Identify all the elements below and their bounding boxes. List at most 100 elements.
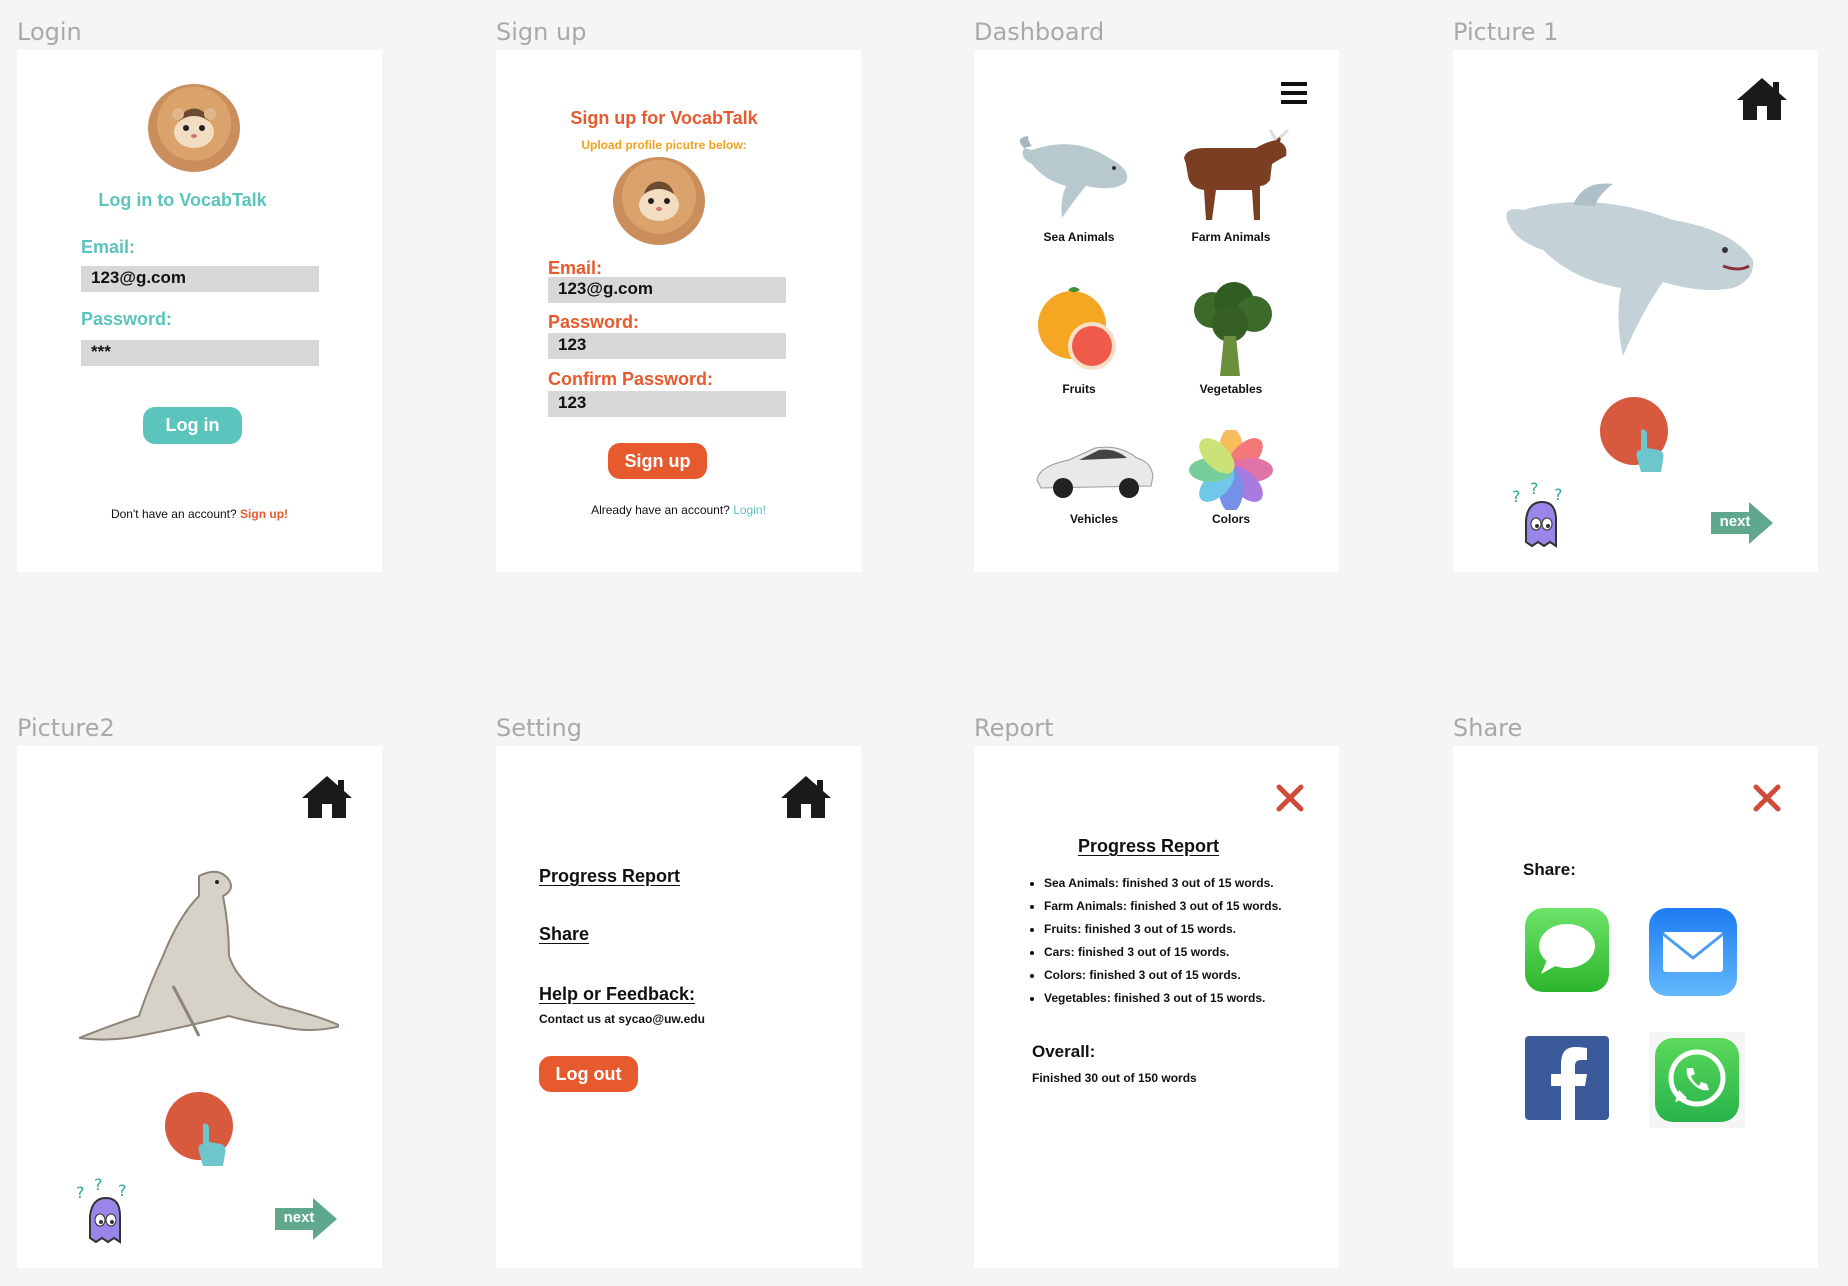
frame-label-picture2: Picture2 [17,714,115,742]
next-label: next [283,1209,315,1226]
svg-text:?: ? [76,1183,85,1202]
report-list: Sea Animals: finished 3 out of 15 words.… [1032,876,1332,1014]
picture2-frame: ? ? ? next [17,746,382,1268]
thinking-monster-icon: ? ? ? [1512,480,1563,548]
avatar-upload[interactable] [613,157,705,245]
share-link[interactable]: Share [539,924,589,945]
category-label: Vehicles [1069,512,1119,526]
frame-label-picture1: Picture 1 [1453,18,1559,46]
frame-label-signup: Sign up [496,18,587,46]
setting-frame: Progress Report Share Help or Feedback: … [496,746,861,1268]
grapefruit-icon [1038,287,1116,370]
progress-report-link[interactable]: Progress Report [539,866,680,887]
hamster-icon [172,108,216,148]
login-button[interactable]: Log in [143,407,242,444]
svg-text:?: ? [1530,480,1539,498]
password-label: Password: [548,312,640,332]
signup-frame: Sign up for VocabTalk Upload profile pic… [496,50,861,572]
broccoli-icon [1194,282,1272,376]
svg-text:?: ? [118,1181,127,1200]
help-feedback-link[interactable]: Help or Feedback: [539,984,695,1005]
svg-text:?: ? [1554,485,1563,504]
beluga-icon [1019,136,1128,218]
list-item: Colors: finished 3 out of 15 words. [1044,968,1332,982]
overall-label: Overall: [1032,1042,1096,1061]
whatsapp-icon[interactable] [1649,1032,1745,1128]
category-label: Fruits [1062,382,1096,396]
report-frame: Progress Report Sea Animals: finished 3 … [974,746,1339,1268]
category-colors[interactable]: Colors [1166,430,1296,572]
signup-prompt: Don't have an account? Sign up! [17,507,382,521]
close-icon[interactable] [1276,784,1304,812]
frame-label-login: Login [17,18,82,46]
logout-button[interactable]: Log out [539,1056,638,1092]
frame-label-setting: Setting [496,714,582,742]
have-account-text: Already have an account? [591,503,730,517]
password-field[interactable]: *** [81,340,319,366]
home-icon[interactable] [300,774,354,820]
tap-hand-icon [198,1123,226,1166]
overall-value: Finished 30 out of 150 words [1032,1071,1197,1085]
avatar [148,84,240,172]
email-label: Email: [548,258,603,278]
signup-button[interactable]: Sign up [608,443,707,479]
hamburger-menu-icon[interactable] [1280,80,1308,106]
home-icon[interactable] [779,774,833,820]
car-icon [1036,446,1154,498]
page-title: Sign up for VocabTalk [570,108,758,128]
report-title: Progress Report [1078,836,1220,856]
home-icon[interactable] [1735,76,1789,122]
frame-label-report: Report [974,714,1054,742]
category-farm-animals[interactable]: Farm Animals [1166,120,1296,280]
frame-label-share: Share [1453,714,1523,742]
email-field[interactable]: 123@g.com [81,266,319,292]
password-field[interactable]: 123 [548,333,786,359]
messages-icon[interactable] [1525,908,1609,992]
login-link[interactable]: Login! [733,503,766,517]
category-label: Sea Animals [1043,230,1115,244]
sea-lion-image [79,870,339,1041]
cow-icon [1184,128,1290,220]
frame-label-dashboard: Dashboard [974,18,1105,46]
color-wheel-icon [1189,430,1273,510]
contact-text: Contact us at sycao@uw.edu [539,1012,705,1026]
hamster-icon [639,189,679,221]
next-button[interactable]: next [275,1198,337,1240]
share-frame: Share: [1453,746,1818,1268]
list-item: Farm Animals: finished 3 out of 15 words… [1044,899,1332,913]
picture1-frame: ? ? ? next [1453,50,1818,572]
next-label: next [1719,513,1751,530]
signup-link[interactable]: Sign up! [240,507,288,521]
dashboard-frame: Sea Animals Farm Animals Fruits Vegetabl… [974,50,1339,572]
login-frame: Log in to VocabTalk Email: 123@g.com Pas… [17,50,382,572]
confirm-password-field[interactable]: 123 [548,391,786,417]
category-label: Colors [1211,512,1250,526]
confirm-password-label: Confirm Password: [548,369,714,389]
list-item: Vegetables: finished 3 out of 15 words. [1044,991,1332,1005]
category-label: Farm Animals [1191,230,1271,244]
share-label: Share: [1523,860,1576,879]
close-icon[interactable] [1753,784,1781,812]
category-sea-animals[interactable]: Sea Animals [1014,120,1144,280]
next-button[interactable]: next [1711,502,1773,544]
list-item: Sea Animals: finished 3 out of 15 words. [1044,876,1332,890]
password-label: Password: [81,309,173,329]
upload-hint: Upload profile picutre below: [581,138,747,152]
category-vehicles[interactable]: Vehicles [1029,430,1159,572]
svg-text:?: ? [1512,487,1521,506]
category-label: Vegetables [1199,382,1263,396]
thinking-monster-icon: ? ? ? [76,1176,127,1244]
mail-icon[interactable] [1649,908,1737,996]
tap-hand-icon [1636,429,1664,472]
no-account-text: Don't have an account? [110,507,237,521]
beluga-image [1506,183,1754,356]
category-vegetables[interactable]: Vegetables [1166,280,1296,440]
login-prompt: Already have an account? Login! [496,503,861,517]
page-title: Log in to VocabTalk [98,190,267,210]
category-fruits[interactable]: Fruits [1014,280,1144,440]
svg-text:?: ? [94,1176,103,1194]
facebook-icon[interactable] [1525,1036,1609,1120]
email-field[interactable]: 123@g.com [548,277,786,303]
email-label: Email: [81,237,136,257]
list-item: Cars: finished 3 out of 15 words. [1044,945,1332,959]
